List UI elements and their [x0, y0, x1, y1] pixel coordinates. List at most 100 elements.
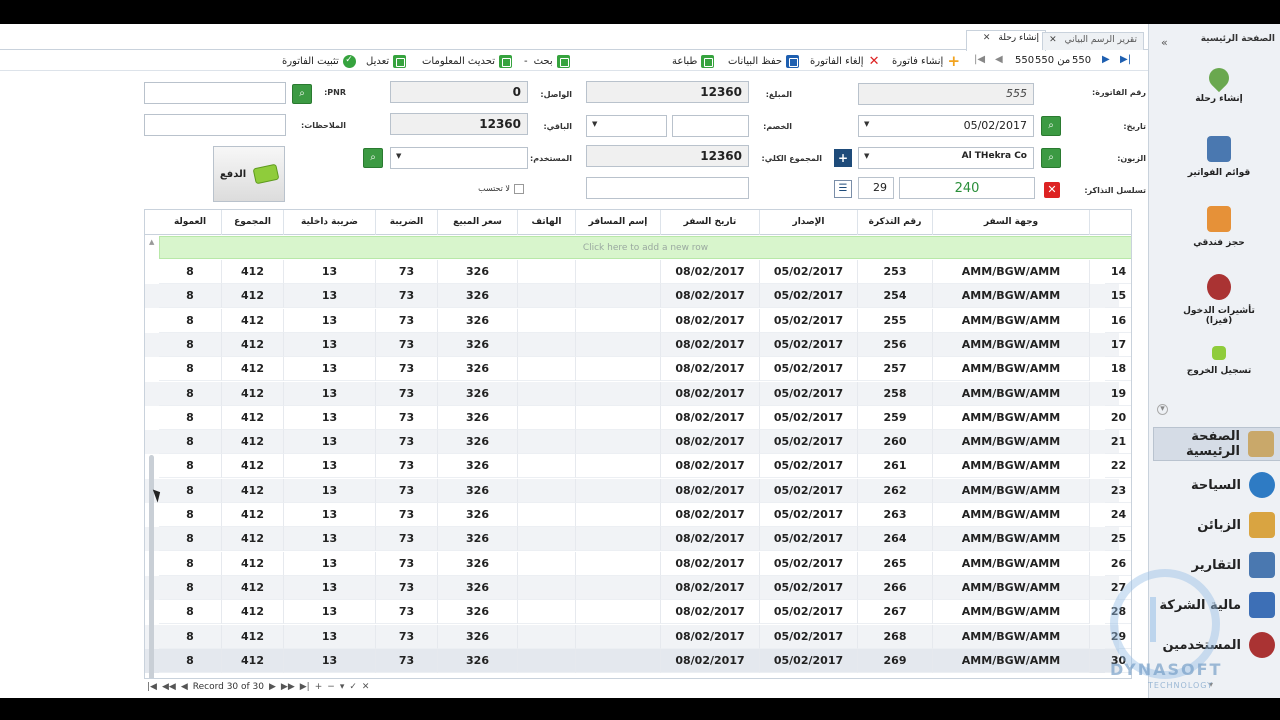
cell-tax[interactable]: 73	[376, 478, 438, 503]
cell-internal-tax[interactable]: 13	[284, 478, 376, 503]
cancel-record-icon[interactable]: ✕	[362, 682, 370, 692]
cell-tax[interactable]: 73	[376, 430, 438, 455]
discount-field[interactable]	[672, 115, 749, 137]
cell-tax[interactable]: 73	[376, 527, 438, 552]
cell-destination[interactable]: AMM/BGW/AMM	[933, 332, 1090, 357]
cell-passenger[interactable]	[576, 332, 661, 357]
cell-ticket-no[interactable]: 262	[858, 478, 933, 503]
cell-total[interactable]: 412	[222, 478, 284, 503]
cell-total[interactable]: 412	[222, 454, 284, 479]
edit-button[interactable]: تعديل	[366, 53, 407, 69]
arrived-field[interactable]: 0	[390, 81, 528, 103]
cell-total[interactable]: 412	[222, 284, 284, 309]
cell-internal-tax[interactable]: 13	[284, 357, 376, 382]
print-button[interactable]: طباعة	[672, 53, 715, 69]
cell-tax[interactable]: 73	[376, 600, 438, 625]
cell-travel-date[interactable]: 08/02/2017	[661, 332, 760, 357]
cell-ticket-no[interactable]: 266	[858, 575, 933, 600]
cell-destination[interactable]: AMM/BGW/AMM	[933, 503, 1090, 527]
cell-commission[interactable]: 8	[159, 454, 222, 479]
cancel-invoice-button[interactable]: ✕ إلغاء الفاتورة	[810, 53, 881, 69]
col-header-tax[interactable]: الضريبة	[376, 210, 438, 235]
cell-issue-date[interactable]: 05/02/2017	[760, 357, 858, 382]
cell-ticket-no[interactable]: 267	[858, 600, 933, 625]
row-number[interactable]: 22	[1105, 454, 1131, 479]
cell-price[interactable]: 326	[438, 405, 518, 430]
sidebar-item-logout[interactable]: تسجيل الخروج	[1169, 346, 1269, 376]
table-row[interactable]: 23 AMM/BGW/AMM 262 05/02/2017 08/02/2017 326 7…	[145, 478, 1131, 503]
cell-commission[interactable]: 8	[159, 575, 222, 600]
table-row[interactable]: 26 AMM/BGW/AMM 265 05/02/2017 08/02/2017 326 7…	[145, 551, 1131, 576]
cell-destination[interactable]: AMM/BGW/AMM	[933, 405, 1090, 430]
table-row[interactable]: 21 AMM/BGW/AMM 260 05/02/2017 08/02/2017 326 7…	[145, 430, 1131, 455]
cell-total[interactable]: 412	[222, 357, 284, 382]
cell-price[interactable]: 326	[438, 503, 518, 527]
row-number[interactable]: 15	[1105, 284, 1131, 309]
cell-total[interactable]: 412	[222, 430, 284, 455]
cell-commission[interactable]: 8	[159, 308, 222, 333]
col-header-commission[interactable]: العمولة	[159, 210, 222, 235]
extra-field[interactable]	[586, 177, 749, 199]
list-icon[interactable]: ☰	[834, 180, 852, 198]
cell-destination[interactable]: AMM/BGW/AMM	[933, 527, 1090, 552]
cell-tax[interactable]: 73	[376, 308, 438, 333]
cell-commission[interactable]: 8	[159, 381, 222, 406]
cell-phone[interactable]	[518, 332, 576, 357]
cell-price[interactable]: 326	[438, 332, 518, 357]
cell-total[interactable]: 412	[222, 332, 284, 357]
cell-internal-tax[interactable]: 13	[284, 405, 376, 430]
cell-ticket-no[interactable]: 269	[858, 648, 933, 673]
cell-ticket-no[interactable]: 268	[858, 624, 933, 649]
tickets-seq-field[interactable]: 240	[899, 177, 1035, 199]
add-new-row[interactable]: Click here to add a new row	[159, 236, 1131, 259]
cell-passenger[interactable]	[576, 308, 661, 333]
cell-internal-tax[interactable]: 13	[284, 624, 376, 649]
sidebar-item-visas[interactable]: تأشيرات الدخول (فيزا)	[1169, 274, 1269, 326]
tickets-count-field[interactable]: 29	[858, 177, 894, 199]
first-record-icon[interactable]: |◀	[147, 682, 157, 692]
table-row[interactable]: 20 AMM/BGW/AMM 259 05/02/2017 08/02/2017 326 7…	[145, 405, 1131, 430]
invoice-no-field[interactable]: 555	[858, 83, 1034, 105]
cell-internal-tax[interactable]: 13	[284, 454, 376, 479]
cell-travel-date[interactable]: 08/02/2017	[661, 260, 760, 284]
tab-chart-report[interactable]: تقرير الرسم البياني ✕	[1042, 32, 1144, 50]
cell-commission[interactable]: 8	[159, 260, 222, 284]
cell-issue-date[interactable]: 05/02/2017	[760, 308, 858, 333]
cell-phone[interactable]	[518, 430, 576, 455]
cell-total[interactable]: 412	[222, 308, 284, 333]
cell-travel-date[interactable]: 08/02/2017	[661, 381, 760, 406]
col-header-travel-date[interactable]: تاريخ السفر	[661, 210, 760, 235]
cell-tax[interactable]: 73	[376, 284, 438, 309]
cell-tax[interactable]: 73	[376, 551, 438, 576]
cell-issue-date[interactable]: 05/02/2017	[760, 332, 858, 357]
cell-passenger[interactable]	[576, 260, 661, 284]
discount-type-select[interactable]: ▼	[586, 115, 667, 137]
row-number[interactable]: 17	[1105, 333, 1131, 357]
row-number[interactable]: 20	[1105, 406, 1131, 430]
cell-internal-tax[interactable]: 13	[284, 551, 376, 576]
row-number[interactable]: 14	[1105, 260, 1131, 284]
cell-ticket-no[interactable]: 258	[858, 381, 933, 406]
cell-price[interactable]: 326	[438, 284, 518, 309]
table-row[interactable]: 28 AMM/BGW/AMM 267 05/02/2017 08/02/2017 326 7…	[145, 600, 1131, 625]
scroll-down-icon[interactable]: ▾	[1157, 404, 1168, 415]
cell-passenger[interactable]	[576, 357, 661, 382]
cell-commission[interactable]: 8	[159, 430, 222, 455]
cell-ticket-no[interactable]: 260	[858, 430, 933, 455]
row-number[interactable]: 25	[1105, 527, 1131, 552]
cell-price[interactable]: 326	[438, 357, 518, 382]
cell-price[interactable]: 326	[438, 454, 518, 479]
cell-issue-date[interactable]: 05/02/2017	[760, 551, 858, 576]
nav-group-home[interactable]: الصفحة الرئيسية	[1153, 427, 1280, 461]
delete-record-icon[interactable]: −	[327, 682, 335, 692]
table-row[interactable]: 17 AMM/BGW/AMM 256 05/02/2017 08/02/2017 326 7…	[145, 332, 1131, 357]
cell-passenger[interactable]	[576, 551, 661, 576]
col-header-issue[interactable]: الإصدار	[760, 210, 858, 235]
cell-issue-date[interactable]: 05/02/2017	[760, 284, 858, 309]
cell-tax[interactable]: 73	[376, 405, 438, 430]
cell-ticket-no[interactable]: 265	[858, 551, 933, 576]
cell-destination[interactable]: AMM/BGW/AMM	[933, 430, 1090, 455]
cell-tax[interactable]: 73	[376, 648, 438, 673]
cell-price[interactable]: 326	[438, 648, 518, 673]
save-button[interactable]: حفظ البيانات	[728, 53, 800, 69]
